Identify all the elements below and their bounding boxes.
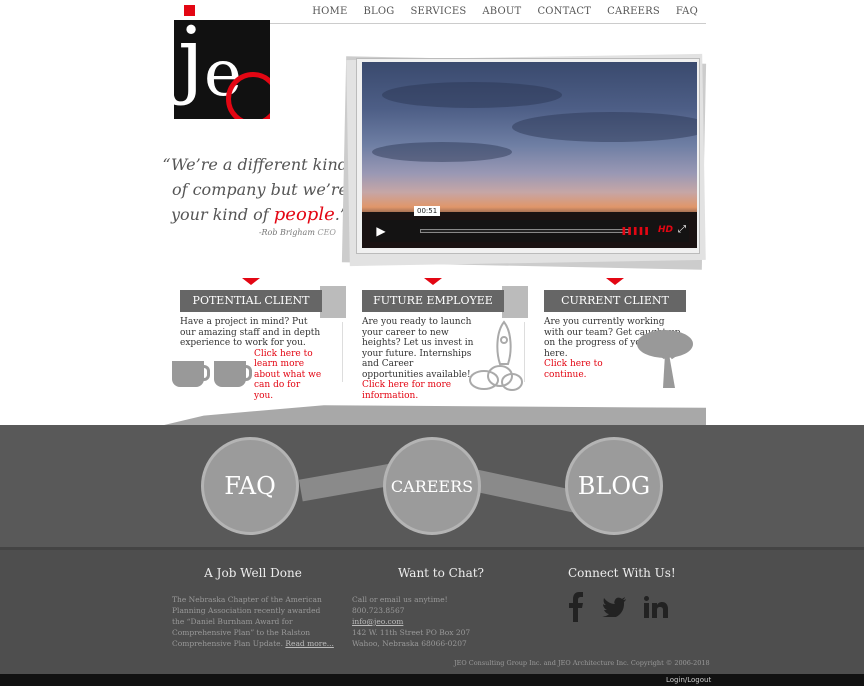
ribbon-fold	[502, 286, 528, 318]
play-icon[interactable]: ▶	[370, 220, 392, 242]
read-more-link[interactable]: Read more...	[285, 639, 334, 648]
arrow-down-icon	[242, 278, 260, 285]
footer-news: A Job Well Done The Nebraska Chapter of …	[172, 566, 334, 648]
hd-toggle[interactable]: HD	[658, 225, 673, 235]
nav-about[interactable]: ABOUT	[482, 6, 521, 17]
twitter-icon[interactable]	[602, 597, 626, 617]
nav-home[interactable]: HOME	[312, 6, 347, 17]
band-angle	[160, 405, 706, 426]
quote-highlight: people	[273, 204, 335, 225]
email-link[interactable]: info@jeo.com	[352, 616, 522, 627]
footer-social: Connect With Us!	[568, 566, 676, 580]
social-links	[568, 592, 668, 622]
arrow-down-icon	[424, 278, 442, 285]
bottom-bar	[0, 674, 864, 686]
login-link[interactable]: Login/Logout	[666, 676, 711, 684]
tree-icon	[637, 330, 693, 388]
rocket-icon	[469, 320, 523, 391]
phone-number[interactable]: 800.723.8567	[352, 605, 522, 616]
video-player[interactable]: ▶ 00:51 ❚❚❚❚❚ HD ⤢	[362, 62, 697, 248]
footer-contact: Want to Chat? Call or email us anytime! …	[352, 566, 522, 649]
potential-client-title[interactable]: POTENTIAL CLIENT	[180, 290, 322, 312]
main-nav: HOME BLOG SERVICES ABOUT CONTACT CAREERS…	[296, 6, 698, 17]
logo-red-square	[184, 5, 195, 16]
nav-blog[interactable]: BLOG	[363, 6, 394, 17]
nav-contact[interactable]: CONTACT	[537, 6, 591, 17]
linkedin-icon[interactable]	[644, 596, 668, 618]
quote-author: -Rob Brigham CEO	[258, 228, 336, 237]
current-client-link[interactable]: Click here to continue.	[544, 359, 614, 380]
faq-circle[interactable]: FAQ	[201, 437, 299, 535]
video-time: 00:51	[414, 206, 441, 216]
ceo-quote: “We’re a different kind of company but w…	[162, 155, 348, 225]
future-employee-title[interactable]: FUTURE EMPLOYEE	[362, 290, 504, 312]
future-employee-link[interactable]: Click here for more information.	[362, 380, 462, 401]
logo-block: j e	[174, 20, 270, 119]
current-client-title[interactable]: CURRENT CLIENT	[544, 290, 686, 312]
ribbon-fold	[320, 286, 346, 318]
video-progress-track[interactable]	[420, 229, 629, 233]
column-divider	[524, 322, 525, 382]
video-controls: ▶ 00:51 ❚❚❚❚❚ HD ⤢	[370, 206, 689, 242]
nav-faq[interactable]: FAQ	[676, 6, 698, 17]
nav-services[interactable]: SERVICES	[410, 6, 466, 17]
arrow-down-icon	[606, 278, 624, 285]
jeo-logo[interactable]: j e	[174, 5, 270, 119]
column-divider	[342, 322, 343, 382]
facebook-icon[interactable]	[568, 592, 584, 622]
nav-careers[interactable]: CAREERS	[607, 6, 660, 17]
volume-icon[interactable]: ❚❚❚❚❚	[620, 226, 649, 235]
careers-circle[interactable]: CAREERS	[383, 437, 481, 535]
nav-divider	[208, 23, 706, 24]
blog-circle[interactable]: BLOG	[565, 437, 663, 535]
potential-client-link[interactable]: Click here to learn more about what we c…	[254, 349, 322, 402]
copyright: JEO Consulting Group Inc. and JEO Archit…	[454, 659, 710, 667]
fullscreen-icon[interactable]: ⤢	[678, 224, 686, 235]
